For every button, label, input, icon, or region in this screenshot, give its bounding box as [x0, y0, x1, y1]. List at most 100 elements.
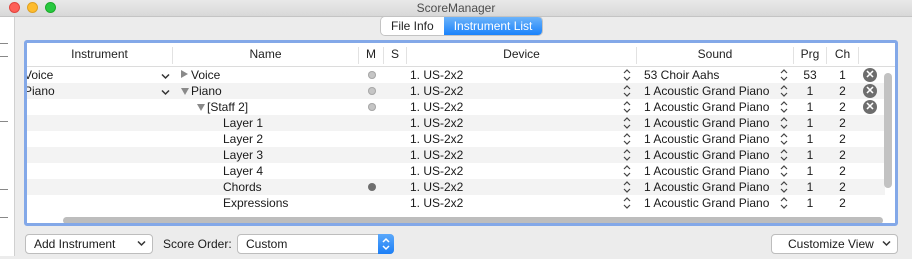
channel-value[interactable]: 2	[827, 116, 858, 130]
row-name: Chords	[223, 180, 262, 194]
disclosure-collapsed-icon[interactable]	[181, 70, 188, 78]
program-value[interactable]: 1	[794, 132, 826, 146]
sound-value[interactable]: 53 Choir Aahs	[644, 68, 719, 82]
device-value[interactable]: 1. US-2x2	[410, 116, 463, 130]
mute-dot-icon[interactable]	[368, 183, 376, 191]
disclosure-expanded-icon[interactable]	[181, 88, 189, 95]
x-circle-icon[interactable]: ✕	[863, 100, 877, 114]
mute-dot-icon[interactable]	[368, 103, 376, 111]
up-down-stepper-icon[interactable]	[623, 68, 631, 82]
channel-value[interactable]: 2	[827, 196, 858, 210]
score-order-popup[interactable]: Custom	[237, 234, 394, 254]
device-value[interactable]: 1. US-2x2	[410, 148, 463, 162]
table-row[interactable]: Piano Piano 1. US-2x2 1 Acoustic Grand Pian…	[27, 83, 885, 99]
row-name: Voice	[191, 68, 221, 82]
title-bar: ScoreManager	[0, 0, 912, 17]
sound-value[interactable]: 1 Acoustic Grand Piano	[644, 148, 769, 162]
up-down-stepper-icon[interactable]	[623, 180, 631, 194]
instrument-popup-value[interactable]: Piano	[27, 84, 55, 98]
program-value[interactable]: 1	[794, 196, 826, 210]
row-name: Layer 1	[223, 116, 264, 130]
customize-view-button[interactable]: Customize View	[771, 234, 898, 254]
channel-value[interactable]: 2	[827, 84, 858, 98]
channel-value[interactable]: 2	[827, 148, 858, 162]
sound-value[interactable]: 1 Acoustic Grand Piano	[644, 164, 769, 178]
window-title: ScoreManager	[416, 1, 496, 15]
up-down-stepper-icon[interactable]	[623, 164, 631, 178]
column-header-program[interactable]: Prg	[794, 47, 826, 61]
column-header-channel[interactable]: Ch	[827, 47, 858, 61]
device-value[interactable]: 1. US-2x2	[410, 68, 463, 82]
up-down-stepper-icon	[378, 234, 394, 254]
customize-view-label: Customize View	[788, 237, 874, 251]
up-down-stepper-icon[interactable]	[780, 68, 788, 82]
table-row[interactable]: Expressions 1. US-2x2 1 Acoustic Grand Pia…	[27, 195, 885, 211]
program-value[interactable]: 1	[794, 148, 826, 162]
program-value[interactable]: 1	[794, 84, 826, 98]
disclosure-expanded-icon[interactable]	[197, 104, 205, 111]
sound-value[interactable]: 1 Acoustic Grand Piano	[644, 180, 769, 194]
device-value[interactable]: 1. US-2x2	[410, 84, 463, 98]
instrument-popup-value[interactable]: Voice	[27, 68, 53, 82]
sound-value[interactable]: 1 Acoustic Grand Piano	[644, 116, 769, 130]
row-name: Expressions	[223, 196, 289, 210]
up-down-stepper-icon[interactable]	[780, 164, 788, 178]
program-value[interactable]: 1	[794, 180, 826, 194]
tab-instrument-list[interactable]: Instrument List	[443, 17, 543, 35]
column-header-mute[interactable]: M	[359, 47, 383, 61]
sound-value[interactable]: 1 Acoustic Grand Piano	[644, 100, 769, 114]
up-down-stepper-icon[interactable]	[780, 84, 788, 98]
table-row[interactable]: Layer 4 1. US-2x2 1 Acoustic Grand Piano 1 2	[27, 163, 885, 179]
mute-dot-icon[interactable]	[368, 87, 376, 95]
up-down-stepper-icon[interactable]	[623, 148, 631, 162]
device-value[interactable]: 1. US-2x2	[410, 196, 463, 210]
table-row[interactable]: Voice Voice 1. US-2x2 53 Choir Aahs 53 1 ✕	[27, 67, 885, 83]
up-down-stepper-icon[interactable]	[623, 84, 631, 98]
chevron-down-icon[interactable]	[161, 72, 170, 81]
horizontal-scrollbar[interactable]	[63, 217, 883, 223]
table-row[interactable]: [Staff 2] 1. US-2x2 1 Acoustic Grand Piano…	[27, 99, 885, 115]
up-down-stepper-icon[interactable]	[623, 132, 631, 146]
up-down-stepper-icon[interactable]	[780, 116, 788, 130]
chevron-down-icon[interactable]	[161, 88, 170, 97]
up-down-stepper-icon[interactable]	[780, 180, 788, 194]
column-header-device[interactable]: Device	[407, 47, 636, 61]
x-circle-icon[interactable]: ✕	[863, 84, 877, 98]
sound-value[interactable]: 1 Acoustic Grand Piano	[644, 84, 769, 98]
up-down-stepper-icon[interactable]	[780, 148, 788, 162]
channel-value[interactable]: 2	[827, 164, 858, 178]
device-value[interactable]: 1. US-2x2	[410, 132, 463, 146]
column-header-sound[interactable]: Sound	[637, 47, 793, 61]
device-value[interactable]: 1. US-2x2	[410, 180, 463, 194]
device-value[interactable]: 1. US-2x2	[410, 164, 463, 178]
program-value[interactable]: 1	[794, 164, 826, 178]
channel-value[interactable]: 2	[827, 132, 858, 146]
mute-dot-icon[interactable]	[368, 71, 376, 79]
column-header-instrument[interactable]: Instrument	[27, 47, 172, 61]
up-down-stepper-icon[interactable]	[623, 116, 631, 130]
device-value[interactable]: 1. US-2x2	[410, 100, 463, 114]
up-down-stepper-icon[interactable]	[780, 196, 788, 210]
sound-value[interactable]: 1 Acoustic Grand Piano	[644, 196, 769, 210]
table-row[interactable]: Layer 2 1. US-2x2 1 Acoustic Grand Piano 1 2	[27, 131, 885, 147]
up-down-stepper-icon[interactable]	[780, 100, 788, 114]
up-down-stepper-icon[interactable]	[623, 100, 631, 114]
table-row[interactable]: Chords 1. US-2x2 1 Acoustic Grand Piano 1 2	[27, 179, 885, 195]
column-header-solo[interactable]: S	[384, 47, 406, 61]
channel-value[interactable]: 2	[827, 180, 858, 194]
vertical-scrollbar[interactable]	[884, 73, 892, 188]
channel-value[interactable]: 2	[827, 100, 858, 114]
program-value[interactable]: 1	[794, 100, 826, 114]
channel-value[interactable]: 1	[827, 68, 858, 82]
up-down-stepper-icon[interactable]	[780, 132, 788, 146]
program-value[interactable]: 53	[794, 68, 826, 82]
tab-file-info[interactable]: File Info	[381, 17, 444, 35]
add-instrument-button[interactable]: Add Instrument	[25, 234, 153, 254]
table-row[interactable]: Layer 1 1. US-2x2 1 Acoustic Grand Piano 1 2	[27, 115, 885, 131]
sound-value[interactable]: 1 Acoustic Grand Piano	[644, 132, 769, 146]
column-header-name[interactable]: Name	[173, 47, 358, 61]
table-row[interactable]: Layer 3 1. US-2x2 1 Acoustic Grand Piano 1 2	[27, 147, 885, 163]
x-circle-icon[interactable]: ✕	[863, 68, 877, 82]
program-value[interactable]: 1	[794, 116, 826, 130]
up-down-stepper-icon[interactable]	[623, 196, 631, 210]
